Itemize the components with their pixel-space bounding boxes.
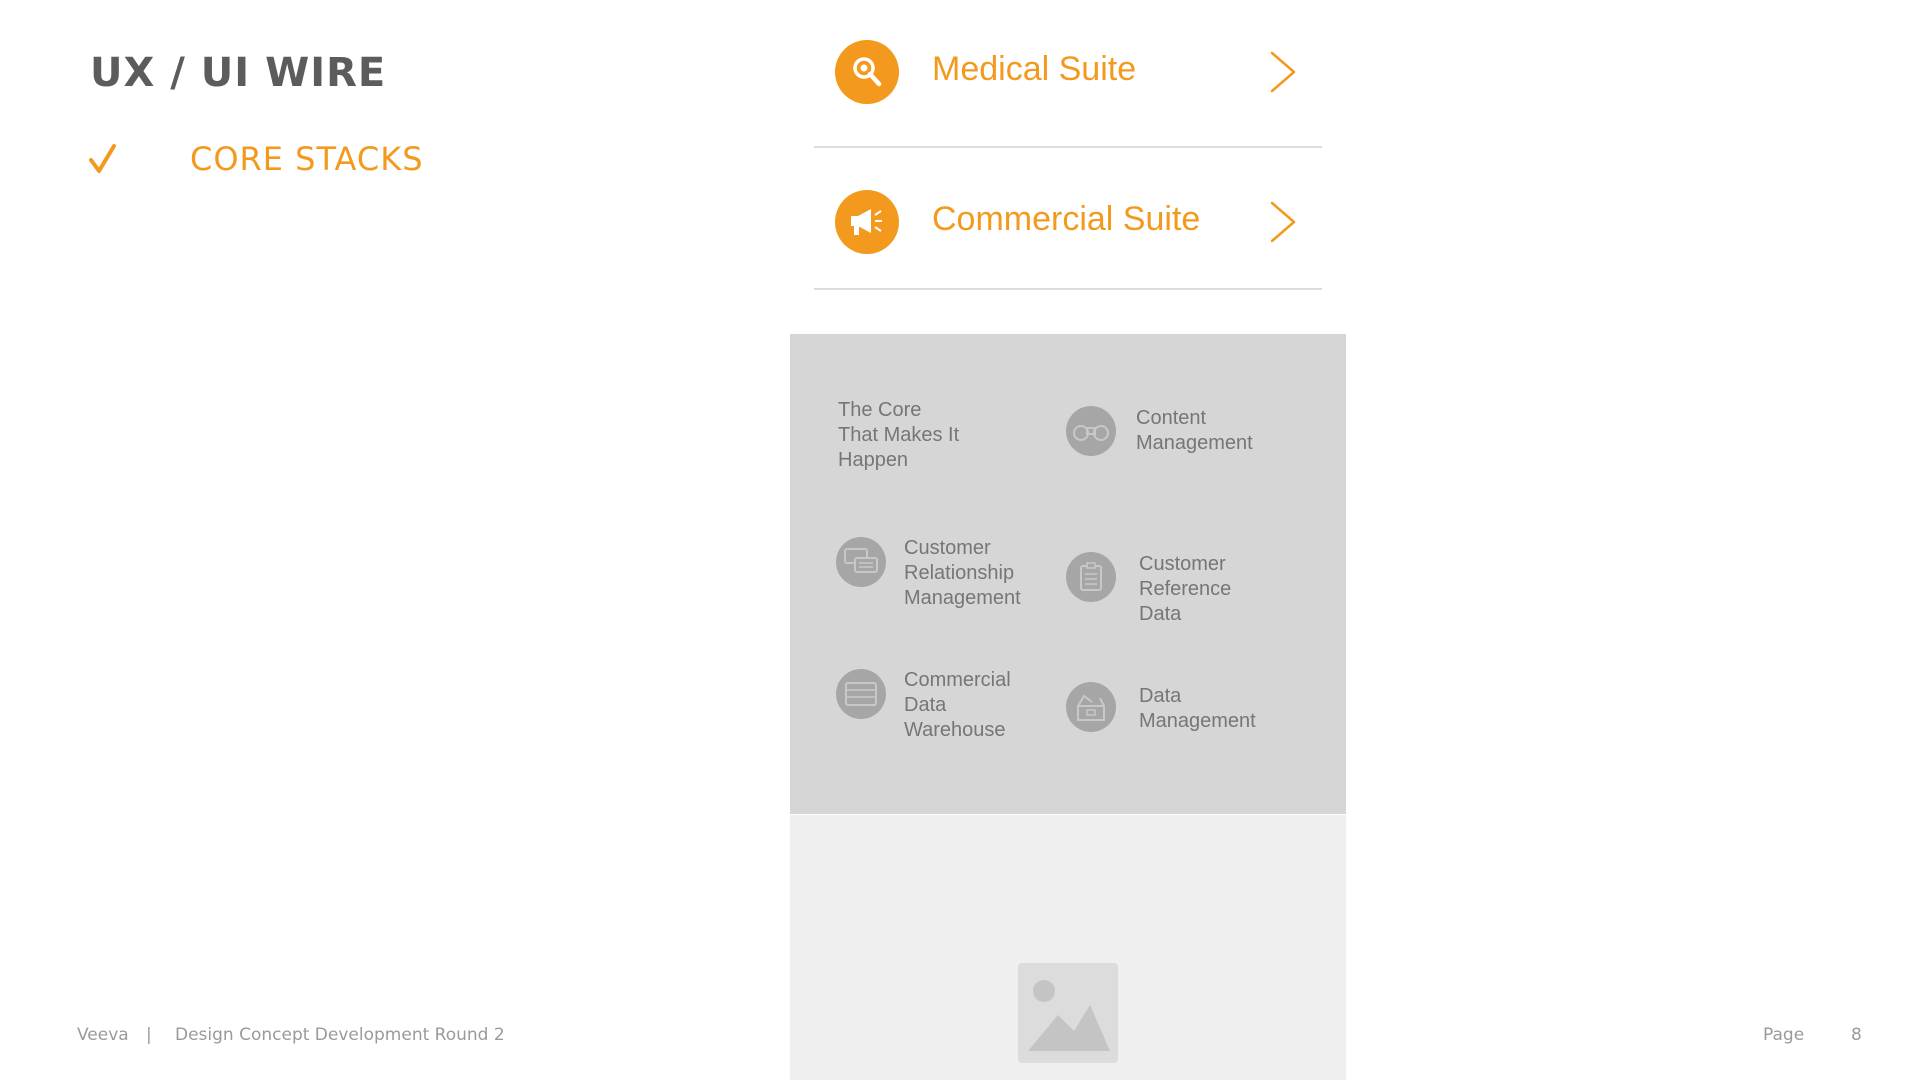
chevron-right-icon[interactable]	[1269, 50, 1297, 94]
commercial-suite-row[interactable]: Commercial Suite	[814, 150, 1322, 290]
image-panel	[790, 815, 1346, 1080]
footer-brand: Veeva	[77, 1025, 129, 1045]
server-icon	[836, 669, 886, 719]
clipboard-icon	[1066, 552, 1116, 602]
open-box-icon	[1066, 682, 1116, 732]
footer-page-number: 8	[1851, 1025, 1862, 1045]
binoculars-icon	[1066, 406, 1116, 456]
core-stack-panel: The Core That Makes It Happen Content Ma…	[790, 334, 1346, 814]
footer-subtitle: Design Concept Development Round 2	[175, 1025, 505, 1045]
checkmark-icon	[89, 144, 116, 173]
chevron-right-icon[interactable]	[1269, 200, 1297, 244]
footer-page-label: Page	[1763, 1025, 1805, 1045]
content-management-label[interactable]: Content Management	[1136, 406, 1253, 456]
megaphone-icon	[835, 190, 899, 254]
medical-suite-label: Medical Suite	[932, 50, 1137, 88]
commercial-suite-label: Commercial Suite	[932, 200, 1201, 238]
data-management-label[interactable]: Data Management	[1139, 684, 1256, 734]
medical-suite-row[interactable]: Medical Suite	[814, 0, 1322, 148]
chat-bubbles-icon	[836, 537, 886, 587]
crm-label[interactable]: Customer Relationship Management	[904, 536, 1021, 611]
core-intro-text: The Core That Makes It Happen	[838, 399, 960, 471]
core-stacks-label: CORE STACKS	[190, 140, 424, 178]
slide-title: UX / UI WIRE	[90, 50, 387, 96]
footer-separator: |	[146, 1025, 152, 1045]
search-icon	[835, 40, 899, 104]
image-placeholder-icon	[1018, 963, 1118, 1063]
commercial-data-warehouse-label[interactable]: Commercial Data Warehouse	[904, 668, 1011, 743]
customer-reference-data-label[interactable]: Customer Reference Data	[1139, 552, 1231, 627]
